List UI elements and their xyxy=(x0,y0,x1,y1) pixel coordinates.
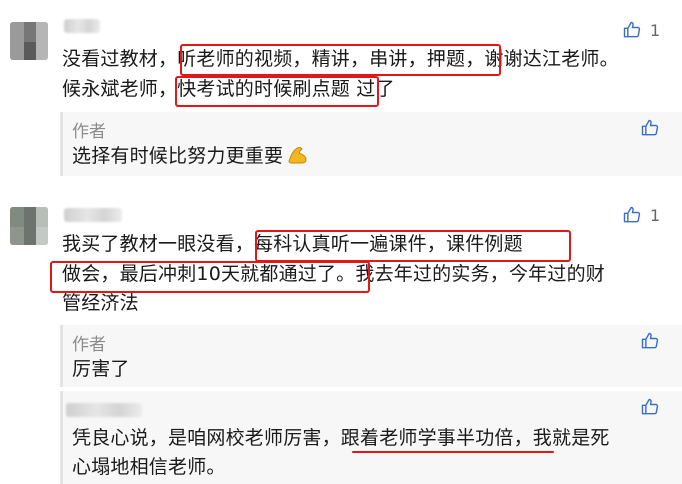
reply-comment: 凭良心说，是咱网校老师厉害，跟着老师学事半功倍，我就是死 心塌地相信老师。 xyxy=(60,391,682,484)
like-button[interactable] xyxy=(640,331,660,351)
reply-text: 厉害了 xyxy=(72,358,130,380)
like-count: 1 xyxy=(650,20,661,40)
thumbs-up-icon xyxy=(623,21,641,38)
like-button[interactable]: 1 xyxy=(622,20,660,40)
like-button[interactable] xyxy=(640,118,660,138)
comment-text-line: 凭良心说，是咱网校老师厉害，跟着老师学事半功倍，我就是死 xyxy=(72,427,610,449)
thumbs-up-icon xyxy=(641,398,659,415)
comment-text-line: 心塌地相信老师。 xyxy=(72,456,226,478)
flexed-biceps-emoji xyxy=(286,143,310,174)
highlight-box xyxy=(50,261,370,293)
like-button[interactable]: 1 xyxy=(622,205,660,225)
thumbs-up-icon xyxy=(623,206,641,223)
like-button[interactable] xyxy=(640,397,660,417)
comment-text-line: 管经济法 xyxy=(62,292,139,314)
avatar[interactable] xyxy=(10,207,48,245)
like-count: 1 xyxy=(650,205,661,225)
thumbs-up-icon xyxy=(641,332,659,349)
username xyxy=(64,19,100,33)
reply-bar xyxy=(60,391,63,484)
reply-text-row: 选择有时候比努力更重要 xyxy=(72,142,310,174)
avatar[interactable] xyxy=(10,22,48,60)
highlight-box xyxy=(180,44,501,76)
reply-text: 选择有时候比努力更重要 xyxy=(72,145,284,167)
highlight-underline xyxy=(352,451,554,453)
username xyxy=(66,403,142,417)
reply-author: 作者 xyxy=(72,122,106,142)
highlight-box xyxy=(255,230,571,262)
reply-bar xyxy=(60,325,63,387)
username xyxy=(64,208,122,222)
reply-bar xyxy=(60,112,63,176)
reply-author: 作者 xyxy=(72,335,106,355)
thumbs-up-icon xyxy=(641,119,659,136)
author-reply: 作者 厉害了 xyxy=(60,325,682,387)
highlight-box xyxy=(175,76,379,107)
author-reply: 作者 选择有时候比努力更重要 xyxy=(60,112,682,176)
